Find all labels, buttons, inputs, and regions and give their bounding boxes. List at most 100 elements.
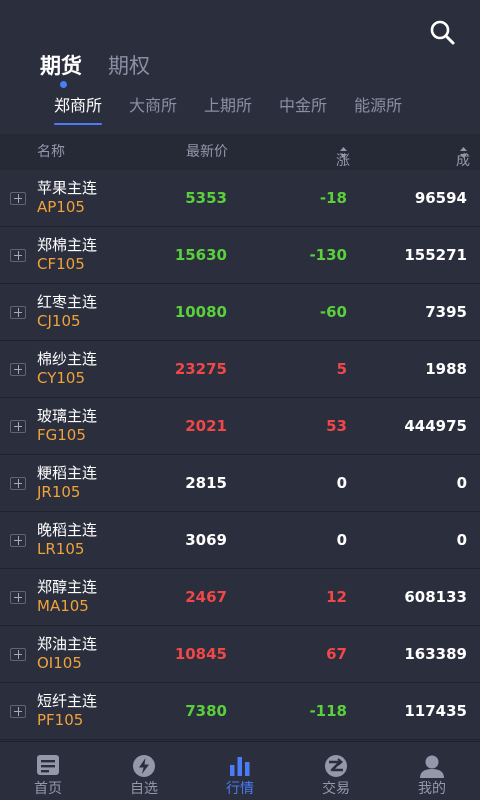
tab-cffex-label: 中金所 [279, 96, 328, 115]
last-price: 10845 [174, 645, 227, 663]
last-price: 7380 [185, 702, 227, 720]
contract-name: 棉纱主连 [37, 350, 98, 368]
contract-code: MA105 [37, 597, 89, 615]
table-row[interactable]: 晚稻主连 LR105 3069 0 0 [0, 512, 480, 569]
last-price: 23275 [174, 360, 227, 378]
contract-name: 短纤主连 [37, 692, 98, 710]
add-watchlist-icon[interactable] [10, 477, 26, 490]
volume: 7395 [425, 303, 467, 321]
add-watchlist-icon[interactable] [10, 192, 26, 205]
nav-profile-label: 我的 [418, 781, 446, 797]
last-price: 2467 [185, 588, 227, 606]
add-watchlist-icon[interactable] [10, 249, 26, 262]
volume: 155271 [404, 246, 467, 264]
nav-home[interactable]: 首页 [0, 742, 96, 800]
nav-watchlist[interactable]: 自选 [96, 742, 192, 800]
search-icon[interactable] [428, 18, 458, 48]
contract-name: 玻璃主连 [37, 407, 98, 425]
tab-options[interactable]: 期权 [108, 52, 150, 80]
active-tab-indicator [60, 81, 67, 88]
last-price: 15630 [174, 246, 227, 264]
header-price: 最新价 [186, 144, 228, 160]
add-watchlist-icon[interactable] [10, 591, 26, 604]
last-price: 10080 [174, 303, 227, 321]
contract-code: AP105 [37, 198, 85, 216]
contract-code: CY105 [37, 369, 86, 387]
last-price: 3069 [185, 531, 227, 549]
tab-futures-label: 期货 [40, 54, 82, 78]
contract-code: LR105 [37, 540, 85, 558]
nav-profile[interactable]: 我的 [384, 742, 480, 800]
table-row[interactable]: 棉纱主连 CY105 23275 5 1988 [0, 341, 480, 398]
nav-watchlist-label: 自选 [130, 781, 158, 797]
volume: 444975 [404, 417, 467, 435]
nav-trade-label: 交易 [322, 781, 350, 797]
tab-options-label: 期权 [108, 54, 150, 78]
contract-name: 郑醇主连 [37, 578, 98, 596]
header-change-sort[interactable]: 涨跌 [336, 143, 350, 187]
last-price: 5353 [185, 189, 227, 207]
contract-code: JR105 [37, 483, 81, 501]
lightning-icon [133, 755, 155, 777]
volume: 0 [456, 531, 467, 549]
nav-market-label: 行情 [226, 781, 254, 797]
volume: 163389 [404, 645, 467, 663]
price-change: 12 [326, 588, 347, 606]
home-doc-icon [37, 755, 59, 775]
table-row[interactable]: 郑醇主连 MA105 2467 12 608133 [0, 569, 480, 626]
contract-name: 郑棉主连 [37, 236, 98, 254]
search-button[interactable] [428, 18, 458, 48]
tab-shfe-label: 上期所 [204, 96, 253, 115]
active-exchange-underline [54, 123, 103, 125]
add-watchlist-icon[interactable] [10, 534, 26, 547]
add-watchlist-icon[interactable] [10, 705, 26, 718]
tab-czce-label: 郑商所 [54, 96, 103, 115]
volume: 0 [456, 474, 467, 492]
table-row[interactable]: 郑棉主连 CF105 15630 -130 155271 [0, 227, 480, 284]
contract-code: PF105 [37, 711, 84, 729]
user-icon [420, 755, 444, 778]
price-change: 0 [336, 531, 347, 549]
tab-czce[interactable]: 郑商所 [54, 94, 103, 125]
add-watchlist-icon[interactable] [10, 306, 26, 319]
tab-cffex[interactable]: 中金所 [279, 94, 327, 118]
price-change: 53 [326, 417, 347, 435]
price-change: -18 [319, 189, 347, 207]
tab-shfe[interactable]: 上期所 [204, 94, 252, 118]
nav-market[interactable]: 行情 [192, 742, 288, 800]
table-row[interactable]: 红枣主连 CJ105 10080 -60 7395 [0, 284, 480, 341]
header-volume-sort[interactable]: 成交量 [456, 143, 470, 205]
contract-code: CF105 [37, 255, 85, 273]
header-name: 名称 [37, 144, 65, 160]
last-price: 2815 [185, 474, 227, 492]
contract-name: 粳稻主连 [37, 464, 98, 482]
tab-ine[interactable]: 能源所 [354, 94, 402, 118]
add-watchlist-icon[interactable] [10, 420, 26, 433]
contract-name: 郑油主连 [37, 635, 98, 653]
table-row[interactable]: 玻璃主连 FG105 2021 53 444975 [0, 398, 480, 455]
add-watchlist-icon[interactable] [10, 648, 26, 661]
table-row[interactable]: 粳稻主连 JR105 2815 0 0 [0, 455, 480, 512]
table-row[interactable]: 苹果主连 AP105 5353 -18 96594 [0, 170, 480, 227]
price-change: -118 [309, 702, 347, 720]
last-price: 2021 [185, 417, 227, 435]
contract-name: 红枣主连 [37, 293, 98, 311]
tab-futures[interactable]: 期货 [40, 52, 82, 88]
add-watchlist-icon[interactable] [10, 363, 26, 376]
tab-dce-label: 大商所 [129, 96, 178, 115]
contract-name: 晚稻主连 [37, 521, 98, 539]
price-change: 67 [326, 645, 347, 663]
nav-trade[interactable]: 交易 [288, 742, 384, 800]
contract-code: OI105 [37, 654, 82, 672]
nav-home-label: 首页 [34, 781, 62, 797]
volume: 96594 [414, 189, 467, 207]
table-row[interactable]: 短纤主连 PF105 7380 -118 117435 [0, 683, 480, 740]
tab-dce[interactable]: 大商所 [129, 94, 177, 118]
contract-code: FG105 [37, 426, 86, 444]
table-row[interactable]: 郑油主连 OI105 10845 67 163389 [0, 626, 480, 683]
tab-ine-label: 能源所 [354, 96, 403, 115]
top-bar: 期货 期权 郑商所 大商所 上期所 中金所 能源所 [0, 0, 480, 134]
price-change: 0 [336, 474, 347, 492]
price-change: -60 [319, 303, 347, 321]
quote-list: 苹果主连 AP105 5353 -18 96594 郑棉主连 CF105 156… [0, 170, 480, 740]
